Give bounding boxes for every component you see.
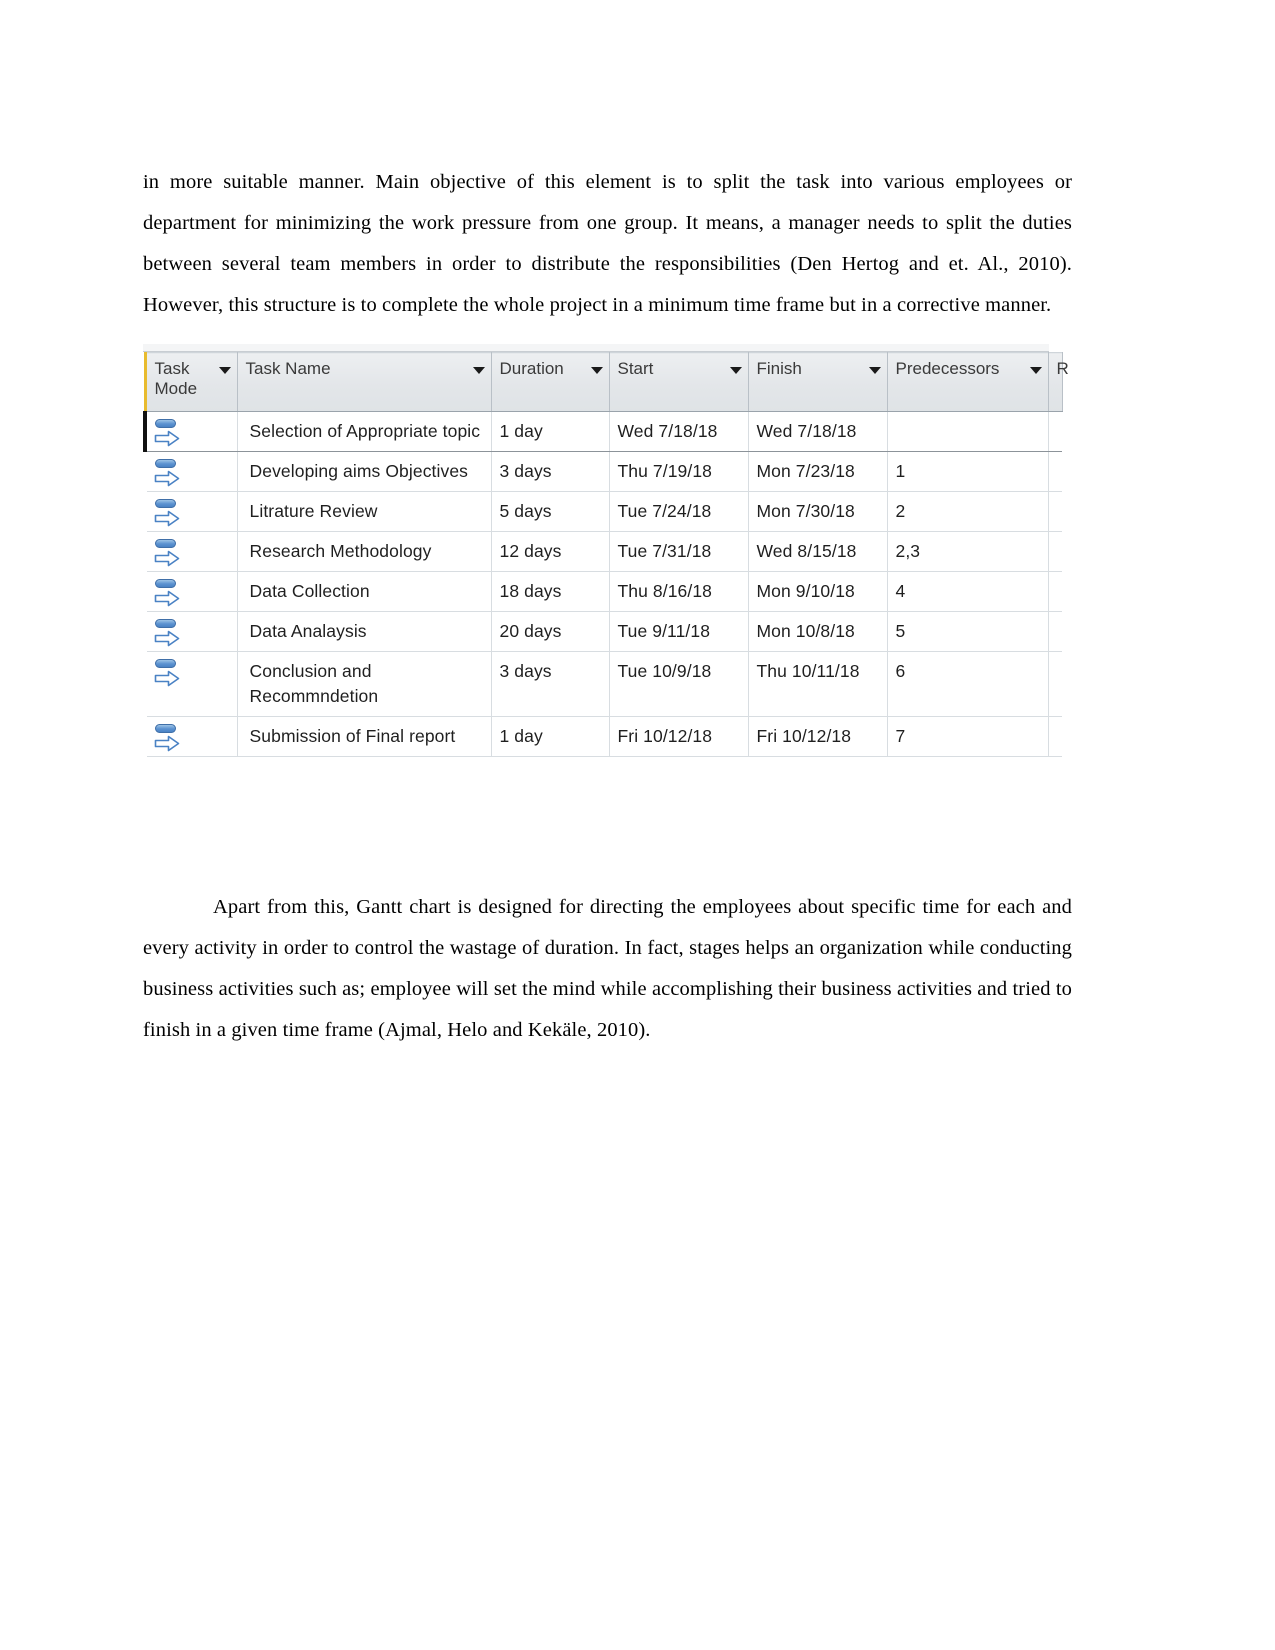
table-row[interactable]: Conclusion and Recommndetion 3 days Tue … — [145, 651, 1062, 717]
cell-task-mode[interactable] — [145, 451, 238, 492]
cell-predecessors[interactable] — [887, 411, 1049, 452]
cell-task-name[interactable]: Data Analaysis — [237, 611, 492, 652]
table-row[interactable]: Submission of Final report 1 day Fri 10/… — [145, 716, 1062, 757]
column-header-label: Start — [617, 359, 654, 378]
filter-dropdown-icon[interactable] — [1029, 367, 1042, 374]
cell-finish[interactable]: Mon 10/8/18 — [748, 611, 888, 652]
cell-task-mode[interactable] — [145, 531, 238, 572]
ms-project-table-screenshot: Task Mode Task Name Duration Start Finis… — [143, 344, 1069, 757]
paragraph-below-table: Apart from this, Gantt chart is designed… — [143, 895, 1072, 1041]
cell-duration[interactable]: 5 days — [491, 491, 610, 532]
cell-duration[interactable]: 1 day — [491, 716, 610, 757]
cell-partial — [1048, 411, 1062, 452]
table-row[interactable]: Data Collection 18 days Thu 8/16/18 Mon … — [145, 571, 1062, 612]
cell-task-mode[interactable] — [143, 411, 238, 452]
table-row[interactable]: Research Methodology 12 days Tue 7/31/18… — [145, 531, 1062, 572]
cell-finish[interactable]: Thu 10/11/18 — [748, 651, 888, 717]
cell-predecessors[interactable]: 2,3 — [887, 531, 1049, 572]
cell-task-name[interactable]: Developing aims Objectives — [237, 451, 492, 492]
page-bottom-whitespace — [0, 1090, 1275, 1091]
cell-duration[interactable]: 1 day — [491, 411, 610, 452]
filter-dropdown-icon[interactable] — [472, 367, 485, 374]
cell-start[interactable]: Wed 7/18/18 — [609, 411, 749, 452]
cell-task-name[interactable]: Data Collection — [237, 571, 492, 612]
cell-task-name[interactable]: Research Methodology — [237, 531, 492, 572]
cell-start[interactable]: Fri 10/12/18 — [609, 716, 749, 757]
cell-partial — [1048, 571, 1062, 612]
table-row[interactable]: Developing aims Objectives 3 days Thu 7/… — [145, 451, 1062, 492]
column-header-start[interactable]: Start — [609, 352, 749, 412]
column-header-task-mode[interactable]: Task Mode — [143, 352, 238, 412]
cell-task-mode[interactable] — [145, 571, 238, 612]
cell-start[interactable]: Tue 7/31/18 — [609, 531, 749, 572]
cell-start[interactable]: Tue 10/9/18 — [609, 651, 749, 717]
cell-finish[interactable]: Mon 7/30/18 — [748, 491, 888, 532]
cell-start[interactable]: Tue 7/24/18 — [609, 491, 749, 532]
cell-duration[interactable]: 3 days — [491, 651, 610, 717]
cell-task-name[interactable]: Litrature Review — [237, 491, 492, 532]
column-header-task-name[interactable]: Task Name — [237, 352, 492, 412]
column-header-duration[interactable]: Duration — [491, 352, 610, 412]
cell-partial — [1048, 491, 1062, 532]
cell-predecessors[interactable]: 5 — [887, 611, 1049, 652]
document-page: in more suitable manner. Main objective … — [0, 0, 1275, 1650]
table-top-strip — [143, 344, 1049, 352]
cell-finish[interactable]: Mon 7/23/18 — [748, 451, 888, 492]
table-row[interactable]: Data Analaysis 20 days Tue 9/11/18 Mon 1… — [145, 611, 1062, 652]
table-row[interactable]: Selection of Appropriate topic 1 day Wed… — [143, 411, 1062, 452]
filter-dropdown-icon[interactable] — [590, 367, 603, 374]
cell-start[interactable]: Tue 9/11/18 — [609, 611, 749, 652]
table-row[interactable]: Litrature Review 5 days Tue 7/24/18 Mon … — [145, 491, 1062, 532]
cell-task-mode[interactable] — [145, 716, 238, 757]
cell-finish[interactable]: Fri 10/12/18 — [748, 716, 888, 757]
cell-start[interactable]: Thu 8/16/18 — [609, 571, 749, 612]
cell-task-mode[interactable] — [145, 651, 238, 717]
cell-predecessors[interactable]: 7 — [887, 716, 1049, 757]
project-task-table: Task Mode Task Name Duration Start Finis… — [143, 352, 1069, 757]
column-header-label: Task Mode — [154, 359, 198, 398]
cell-duration[interactable]: 20 days — [491, 611, 610, 652]
cell-duration[interactable]: 12 days — [491, 531, 610, 572]
column-header-finish[interactable]: Finish — [748, 352, 888, 412]
column-header-label: R — [1056, 359, 1069, 378]
cell-finish[interactable]: Wed 8/15/18 — [748, 531, 888, 572]
cell-partial — [1048, 531, 1062, 572]
column-header-partial[interactable]: R — [1048, 352, 1069, 412]
column-header-label: Finish — [756, 359, 802, 378]
cell-partial — [1048, 651, 1062, 717]
cell-predecessors[interactable]: 4 — [887, 571, 1049, 612]
column-header-label: Duration — [499, 359, 564, 378]
cell-task-name[interactable]: Selection of Appropriate topic — [237, 411, 492, 452]
table-header-row: Task Mode Task Name Duration Start Finis… — [143, 352, 1069, 412]
cell-partial — [1048, 611, 1062, 652]
cell-task-name[interactable]: Conclusion and Recommndetion — [237, 651, 492, 717]
cell-partial — [1048, 716, 1062, 757]
filter-dropdown-icon[interactable] — [868, 367, 881, 374]
column-header-label: Task Name — [245, 359, 331, 378]
cell-task-name[interactable]: Submission of Final report — [237, 716, 492, 757]
cell-task-mode[interactable] — [145, 491, 238, 532]
cell-duration[interactable]: 3 days — [491, 451, 610, 492]
cell-duration[interactable]: 18 days — [491, 571, 610, 612]
cell-predecessors[interactable]: 6 — [887, 651, 1049, 717]
cell-predecessors[interactable]: 1 — [887, 451, 1049, 492]
project-task-table-body: Selection of Appropriate topic 1 day Wed… — [143, 411, 1062, 757]
paragraph-above-table: in more suitable manner. Main objective … — [143, 170, 1072, 316]
column-header-label: Predecessors — [895, 359, 1000, 378]
filter-dropdown-icon[interactable] — [729, 367, 742, 374]
cell-task-mode[interactable] — [145, 611, 238, 652]
cell-partial — [1048, 451, 1062, 492]
column-header-predecessors[interactable]: Predecessors — [887, 352, 1049, 412]
cell-predecessors[interactable]: 2 — [887, 491, 1049, 532]
filter-dropdown-icon[interactable] — [218, 367, 231, 374]
cell-finish[interactable]: Mon 9/10/18 — [748, 571, 888, 612]
cell-start[interactable]: Thu 7/19/18 — [609, 451, 749, 492]
cell-finish[interactable]: Wed 7/18/18 — [748, 411, 888, 452]
